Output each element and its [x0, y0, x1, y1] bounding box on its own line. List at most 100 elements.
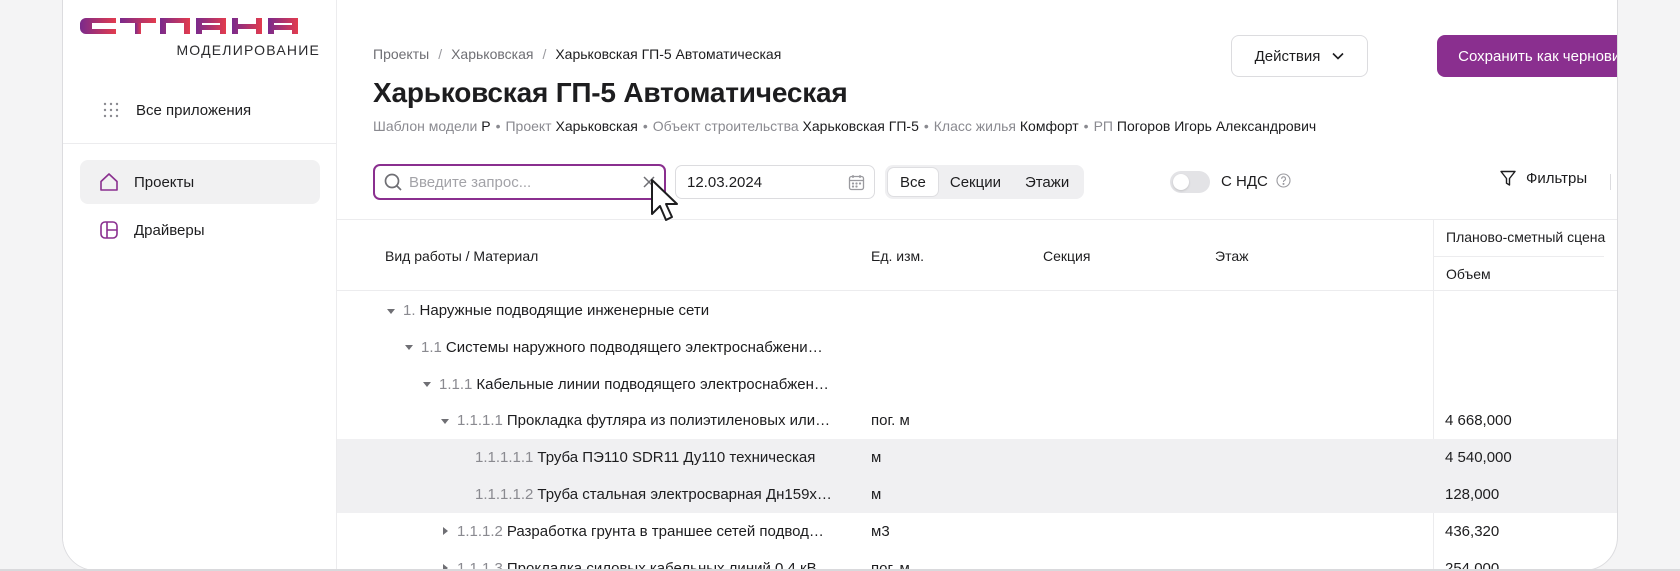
row-number: 1.1.1.1.1: [475, 449, 534, 467]
date-picker[interactable]: 12.03.2024: [675, 165, 875, 199]
table-row[interactable]: 1.1.1.3 Прокладка силовых кабельных линий…: [337, 550, 1617, 570]
breadcrumb: Проекты / Харьковская / Харьковская ГП-5 Авт…: [373, 46, 781, 62]
calendar-icon[interactable]: [848, 174, 865, 191]
caret-right-icon[interactable]: [439, 525, 451, 537]
caret-down-icon[interactable]: [421, 378, 433, 390]
app-window: МОДЕЛИРОВАНИЕ Все приложения Проекты Дра…: [62, 0, 1618, 571]
row-label: Труба стальная электросварная Дн159х…: [537, 486, 832, 503]
filters-label: Фильтры: [1526, 170, 1588, 187]
meta-dot: •: [923, 118, 929, 134]
column-header-section[interactable]: Секция: [1043, 248, 1090, 264]
view-segmented-control: Все Секции Этажи: [885, 165, 1085, 199]
breadcrumb-separator: /: [438, 46, 443, 62]
row-volume-cell: 128,000: [1445, 486, 1500, 503]
table-row[interactable]: 1.1.1.2 Разработка грунта в траншее сетей…: [337, 513, 1617, 550]
column-header-unit[interactable]: Ед. изм.: [871, 248, 924, 264]
meta-label: Шаблон модели: [373, 118, 478, 134]
meta-label: Объект строительства: [652, 118, 799, 134]
filters-button[interactable]: Фильтры: [1500, 170, 1587, 187]
table-row[interactable]: 1.1.1.1 Прокладка футляра из полиэтиленов…: [337, 402, 1617, 439]
breadcrumb-separator: /: [542, 46, 547, 62]
caret-down-icon[interactable]: [403, 341, 415, 353]
brand-logo-icon: [80, 18, 298, 34]
table-row[interactable]: 1.1.1.1.2 Труба стальная электросварная Д…: [337, 476, 1617, 513]
segment-all[interactable]: Все: [888, 168, 938, 196]
column-header-volume[interactable]: Объем: [1446, 266, 1491, 282]
row-label: Системы наружного подводящего электросна…: [445, 338, 823, 356]
row-volume-cell: 436,320: [1445, 522, 1500, 540]
meta-dot: •: [642, 118, 648, 134]
row-number: 1.1.1.1: [457, 412, 503, 430]
sidebar-divider: [63, 143, 337, 144]
row-number: 1.1: [421, 338, 442, 356]
row-label: Кабельные линии подводящего электроснабж…: [476, 375, 829, 393]
actions-dropdown-button[interactable]: Действия: [1231, 35, 1368, 77]
drivers-icon: [100, 221, 118, 239]
meta-value: Харьковская: [555, 118, 638, 134]
row-number: 1.1.1.2: [457, 522, 503, 540]
project-meta: Шаблон модели Р • Проект Харьковская • Объек…: [373, 118, 1316, 134]
row-label: Прокладка футляра из полиэтиленовых или…: [506, 412, 831, 430]
meta-value: Р: [481, 118, 491, 134]
row-name-cell: 1. Наружные подводящие инженерные сети: [385, 302, 709, 319]
table-row[interactable]: 1.1.1.1.1 Труба ПЭ110 SDR11 Ду110 техниче…: [337, 439, 1617, 477]
close-icon[interactable]: [642, 175, 656, 189]
row-number: 1.1.1: [439, 375, 473, 393]
vat-toggle[interactable]: [1170, 171, 1210, 193]
segment-floors[interactable]: Этажи: [1013, 168, 1081, 196]
column-group-divider: [1434, 256, 1604, 257]
logo[interactable]: МОДЕЛИРОВАНИЕ: [80, 16, 320, 58]
page-title: Харьковская ГП-5 Автоматическая: [373, 77, 848, 108]
search-input[interactable]: [409, 173, 629, 191]
caret-down-icon[interactable]: [385, 305, 397, 317]
column-header-work[interactable]: Вид работы / Материал: [385, 248, 538, 264]
apps-grid-icon: [103, 102, 119, 118]
row-label: Наружные подводящие инженерные сети: [419, 302, 710, 319]
meta-label: Проект: [505, 118, 552, 134]
row-volume-cell: 4 668,000: [1445, 412, 1512, 430]
date-value: 12.03.2024: [687, 173, 763, 191]
chevron-down-icon: [1332, 52, 1344, 60]
row-unit-cell: м: [871, 486, 882, 503]
all-apps-button[interactable]: Все приложения: [80, 90, 320, 130]
all-apps-label: Все приложения: [136, 101, 252, 119]
row-number: 1.: [403, 302, 416, 319]
search-icon: [384, 173, 402, 191]
table-row[interactable]: 1.1.1 Кабельные линии подводящего электро…: [337, 366, 1617, 403]
meta-label: РП: [1093, 118, 1113, 134]
help-icon[interactable]: [1276, 173, 1291, 188]
meta-label: Класс жилья: [933, 118, 1017, 134]
row-name-cell: 1.1.1 Кабельные линии подводящего электро…: [421, 376, 829, 393]
row-name-cell: 1.1 Системы наружного подводящего электро…: [403, 339, 823, 356]
table-header: Вид работы / Материал Ед. изм. Секция Эт…: [337, 220, 1617, 291]
row-name-cell: 1.1.1.1.2 Труба стальная электросварная Д…: [457, 486, 832, 503]
row-name-cell: 1.1.1.1.1 Труба ПЭ110 SDR11 Ду110 техниче…: [457, 449, 815, 466]
row-number: 1.1.1.1.2: [475, 486, 534, 503]
column-header-floor[interactable]: Этаж: [1215, 248, 1248, 264]
sidebar-item-drivers[interactable]: Драйверы: [80, 208, 320, 252]
search-field[interactable]: [373, 164, 666, 200]
row-label: Разработка грунта в траншее сетей подвод…: [506, 522, 824, 540]
home-icon: [100, 173, 118, 191]
caret-down-icon[interactable]: [439, 415, 451, 427]
row-unit-cell: пог. м: [871, 412, 910, 430]
row-unit-cell: м: [871, 449, 882, 467]
breadcrumb-link-projects[interactable]: Проекты: [373, 46, 429, 62]
table-row[interactable]: 1.1 Системы наружного подводящего электро…: [337, 329, 1617, 366]
segment-sections[interactable]: Секции: [938, 168, 1013, 196]
sidebar: МОДЕЛИРОВАНИЕ Все приложения Проекты Дра…: [63, 0, 337, 570]
meta-value: Комфорт: [1019, 118, 1079, 134]
sidebar-item-projects[interactable]: Проекты: [80, 160, 320, 204]
table-row[interactable]: 1. Наружные подводящие инженерные сети: [337, 292, 1617, 329]
sidebar-item-label: Драйверы: [134, 221, 205, 239]
row-label: Труба ПЭ110 SDR11 Ду110 техническая: [537, 449, 816, 467]
meta-dot: •: [1083, 118, 1089, 134]
row-unit-cell: м3: [871, 522, 890, 540]
main-content: Проекты / Харьковская / Харьковская ГП-5 Авт…: [337, 0, 1617, 570]
toolbar-divider: [1610, 174, 1611, 190]
column-group-plan: Планово-сметный сценарий Объем: [1433, 220, 1617, 291]
breadcrumb-link-kharkovskaya[interactable]: Харьковская: [451, 46, 533, 62]
row-name-cell: 1.1.1.1 Прокладка футляра из полиэтиленов…: [439, 412, 830, 429]
save-draft-button[interactable]: Сохранить как черновик: [1437, 35, 1617, 77]
sidebar-item-label: Проекты: [134, 173, 195, 191]
